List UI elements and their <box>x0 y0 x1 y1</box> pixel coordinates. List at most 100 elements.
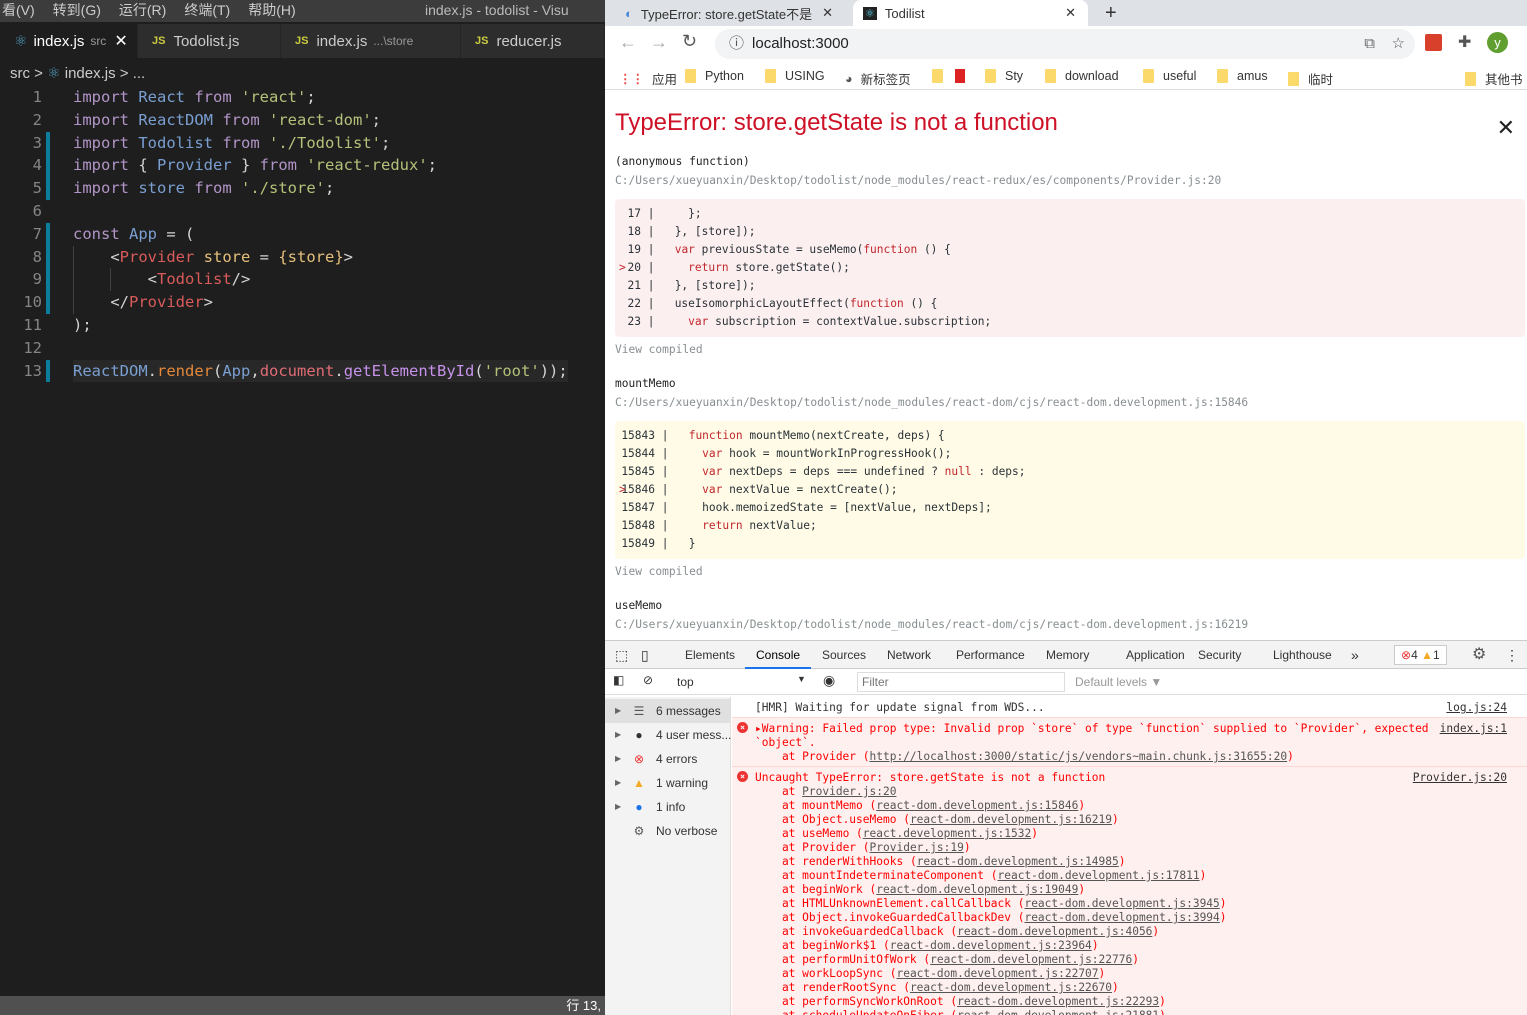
expand-triangle-icon[interactable]: ▶ <box>615 747 621 771</box>
stack-link[interactable]: react-dom.development.js:16219 <box>910 813 1112 826</box>
close-overlay-button[interactable]: ✕ <box>1497 115 1515 141</box>
extension-icon[interactable] <box>1425 34 1442 51</box>
tab-console[interactable]: Console <box>745 641 812 669</box>
tab-network[interactable]: Network <box>887 641 931 669</box>
back-icon[interactable]: ← <box>619 32 637 53</box>
log-levels-dropdown[interactable]: Default levels ▼ <box>1075 675 1162 689</box>
bookmark-item[interactable]: amus <box>1217 69 1268 83</box>
cursor-position[interactable]: 行 13, <box>566 998 601 1013</box>
view-compiled-link[interactable]: View compiled <box>615 565 703 578</box>
console-message-warning[interactable]: × ▸Warning: Failed prop type: Invalid pro… <box>732 717 1527 766</box>
eye-icon[interactable]: ◉ <box>823 672 835 689</box>
stack-link[interactable]: react-dom.development.js:3994 <box>1024 911 1219 924</box>
tab-performance[interactable]: Performance <box>956 641 1025 669</box>
inspect-element-icon[interactable]: ⬚ <box>615 641 628 669</box>
bookmark-item[interactable]: Sty <box>985 69 1023 83</box>
device-toolbar-icon[interactable]: ▯ <box>641 641 649 669</box>
star-icon[interactable]: ☆ <box>1392 29 1405 59</box>
more-tabs-button[interactable]: » <box>1351 641 1359 669</box>
sidebar-toggle-icon[interactable]: ◧ <box>613 673 624 687</box>
close-icon[interactable]: ✕ <box>114 31 127 51</box>
clear-console-icon[interactable]: ⊘ <box>643 673 653 687</box>
source-link[interactable]: log.js:24 <box>1446 701 1507 715</box>
stack-link[interactable]: react-dom.development.js:22776 <box>930 953 1132 966</box>
tab-index-js-store[interactable]: JS index.js ...\store <box>281 24 461 58</box>
bookmark-item[interactable]: useful <box>1143 69 1196 83</box>
breadcrumb-file[interactable]: index.js <box>65 65 116 82</box>
sidebar-item-error[interactable]: ▶ ⊗ 4 errors <box>605 747 730 771</box>
stack-link[interactable]: react-dom.development.js:22670 <box>910 981 1112 994</box>
expand-triangle-icon[interactable]: ▶ <box>615 771 621 795</box>
stack-link[interactable]: react-dom.development.js:3945 <box>1024 897 1219 910</box>
sidebar-item-user[interactable]: ▶ ● 4 user mess... <box>605 723 731 747</box>
expand-triangle-icon[interactable]: ▶ <box>615 723 621 747</box>
breadcrumb-symbols[interactable]: ... <box>133 65 146 82</box>
stack-link[interactable]: react.development.js:1532 <box>863 827 1031 840</box>
reload-icon[interactable]: ↻ <box>682 31 697 52</box>
expand-triangle-icon[interactable]: ▶ <box>615 795 621 819</box>
context-select[interactable]: top <box>677 675 694 689</box>
menu-view[interactable]: 看(V) <box>2 2 35 18</box>
menu-go[interactable]: 转到(G) <box>53 2 101 18</box>
translate-icon[interactable]: ⧉ <box>1364 29 1375 59</box>
tab-reducer-js[interactable]: JS reducer.js <box>461 24 605 58</box>
bookmark-item[interactable]: ⋮⋮ 应用 <box>619 69 677 88</box>
extensions-puzzle-icon[interactable]: ✚ <box>1458 32 1471 52</box>
avatar[interactable]: y <box>1487 32 1508 53</box>
stack-link[interactable]: react-dom.development.js:15846 <box>876 799 1078 812</box>
sidebar-item-gear[interactable]: ⚙ No verbose <box>605 819 730 843</box>
stack-link[interactable]: react-dom.development.js:19049 <box>876 883 1078 896</box>
browser-tab-todilist[interactable]: ⚛ Todilist ✕ <box>853 0 1088 26</box>
tab-security[interactable]: Security <box>1198 641 1241 669</box>
chevron-down-icon[interactable]: ▼ <box>797 674 806 684</box>
filter-input[interactable] <box>857 672 1065 692</box>
bookmark-item[interactable]: 临时 <box>1288 69 1333 88</box>
console-message-error[interactable]: × Uncaught TypeError: store.getState is n… <box>732 766 1527 1015</box>
bookmark-item[interactable] <box>955 69 971 83</box>
menu-help[interactable]: 帮助(H) <box>248 2 295 18</box>
browser-tab-error[interactable]: ◐ TypeError: store.getState不是 ✕ <box>615 0 845 26</box>
tab-index-js-src[interactable]: ⚛ index.js src ✕ <box>0 24 138 58</box>
tab-elements[interactable]: Elements <box>685 641 735 669</box>
stack-link[interactable]: react-dom.development.js:17811 <box>998 869 1200 882</box>
tab-lighthouse[interactable]: Lighthouse <box>1273 641 1332 669</box>
close-icon[interactable]: ✕ <box>822 5 833 21</box>
menu-run[interactable]: 运行(R) <box>119 2 166 18</box>
stack-link[interactable]: react-dom.development.js:22707 <box>896 967 1098 980</box>
tab-memory[interactable]: Memory <box>1046 641 1089 669</box>
breadcrumb-src[interactable]: src <box>10 65 30 82</box>
stack-link[interactable]: react-dom.development.js:21881 <box>957 1009 1159 1015</box>
more-menu-icon[interactable]: ⋮ <box>1505 641 1519 669</box>
sidebar-item-warning[interactable]: ▶ ▲ 1 warning <box>605 771 730 795</box>
sidebar-item-list[interactable]: ▶ ☰ 6 messages <box>605 699 730 723</box>
sidebar-item-info[interactable]: ▶ ● 1 info <box>605 795 730 819</box>
code-editor[interactable]: 1 import React from 'react'; 2 import React… <box>0 86 605 383</box>
tab-todolist-js[interactable]: JS Todolist.js <box>138 24 281 58</box>
source-link[interactable]: index.js:1 <box>1440 722 1507 736</box>
bookmark-item[interactable]: download <box>1045 69 1119 83</box>
expand-triangle-icon[interactable]: ▶ <box>615 699 621 723</box>
stack-link[interactable]: react-dom.development.js:22293 <box>957 995 1159 1008</box>
stack-link[interactable]: react-dom.development.js:4056 <box>957 925 1152 938</box>
address-bar[interactable]: ⓘ localhost:3000 ⧉ ☆ <box>715 29 1415 59</box>
bookmark-item[interactable]: Python <box>685 69 744 83</box>
new-tab-button[interactable]: + <box>1095 0 1127 26</box>
stack-link[interactable]: Provider.js:19 <box>870 841 964 854</box>
bookmark-item[interactable]: ◕ 新标签页 <box>845 69 911 88</box>
tab-application[interactable]: Application <box>1126 641 1185 669</box>
close-icon[interactable]: ✕ <box>1065 5 1076 21</box>
issues-counter[interactable]: ⊗4 ▲1 <box>1394 645 1447 665</box>
stack-link[interactable]: react-dom.development.js:23964 <box>890 939 1092 952</box>
bookmark-item[interactable] <box>932 69 952 83</box>
view-compiled-link[interactable]: View compiled <box>615 343 703 356</box>
tab-sources[interactable]: Sources <box>822 641 866 669</box>
forward-icon[interactable]: → <box>650 32 668 53</box>
source-link[interactable]: Provider.js:20 <box>1413 771 1507 785</box>
bookmark-item[interactable]: USING <box>765 69 825 83</box>
menu-terminal[interactable]: 终端(T) <box>184 2 230 18</box>
gear-icon[interactable]: ⚙ <box>1472 641 1486 669</box>
stack-link[interactable]: http://localhost:3000/static/js/vendors~… <box>870 750 1288 763</box>
bookmark-item[interactable]: 其他书 <box>1465 69 1523 88</box>
stack-link[interactable]: react-dom.development.js:14985 <box>917 855 1119 868</box>
stack-link[interactable]: Provider.js:20 <box>802 785 896 798</box>
